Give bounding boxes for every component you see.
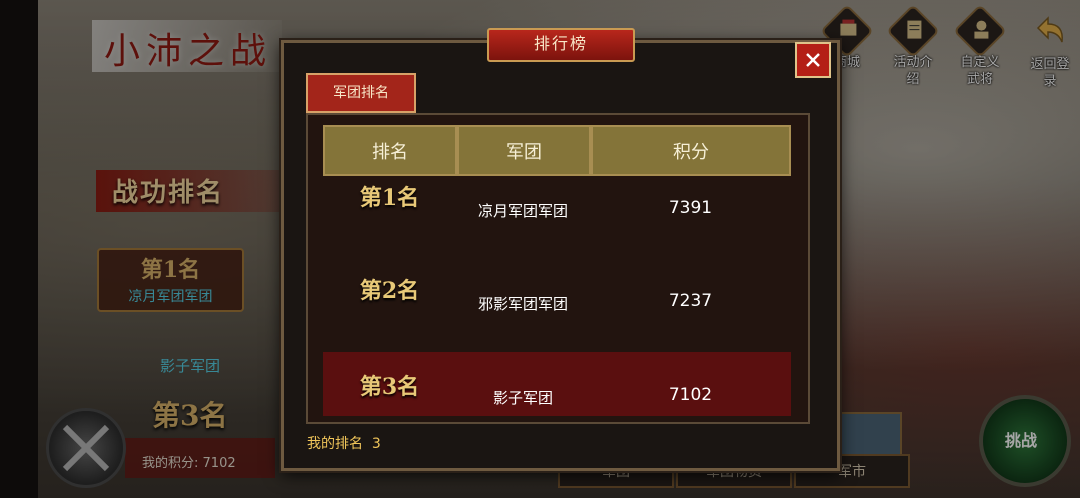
table-header: 排名 军团 积分 xyxy=(323,125,791,176)
row-team: 邪影军团军团 xyxy=(477,295,568,313)
row-team: 凉月军团军团 xyxy=(477,202,568,220)
dialog-title: 排行榜 xyxy=(533,34,588,53)
row-rank: 第1名 xyxy=(359,185,420,211)
table-row-selected[interactable]: 第3名 影子军团 7102 xyxy=(323,352,791,416)
header-team: 军团 xyxy=(457,125,591,176)
row-score: 7237 xyxy=(668,291,713,311)
row-score: 7391 xyxy=(668,198,713,218)
row-rank: 第2名 xyxy=(359,278,420,304)
close-icon xyxy=(806,53,820,67)
my-rank: 我的排名 3 xyxy=(307,433,381,453)
row-rank: 第3名 xyxy=(359,374,420,400)
ranking-list[interactable]: 第1名 凉月军团军团 7391 第2名 邪影军团军团 7237 第3名 影子军团… xyxy=(323,176,791,416)
table-row[interactable]: 第1名 凉月军团军团 7391 xyxy=(323,176,791,238)
my-rank-value: 3 xyxy=(371,436,381,452)
close-button[interactable] xyxy=(795,42,831,78)
header-rank: 排名 xyxy=(323,125,457,176)
table-row[interactable]: 第2名 邪影军团军团 7237 xyxy=(323,269,791,331)
my-rank-label: 我的排名 xyxy=(307,436,363,452)
tab-legion-ranking[interactable]: 军团排名 xyxy=(306,73,416,113)
row-team: 影子军团 xyxy=(492,389,553,407)
header-score: 积分 xyxy=(591,125,791,176)
row-score: 7102 xyxy=(668,385,713,405)
